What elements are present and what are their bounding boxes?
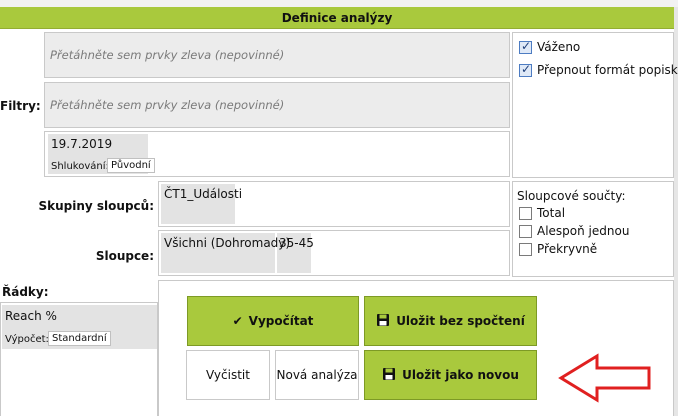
save-icon <box>376 313 390 330</box>
rows-zone[interactable]: Reach % Výpočet: Standardní <box>0 302 158 416</box>
column-groups-zone[interactable]: ČT1_Události <box>158 181 510 227</box>
weighted-option[interactable]: Váženo <box>519 39 581 54</box>
clear-label: Vyčistit <box>206 368 250 382</box>
calculate-button[interactable]: ✔ Vypočítat <box>187 296 359 346</box>
calculate-label: Vypočítat <box>248 314 314 328</box>
panel-title: Definice analýzy <box>0 7 674 29</box>
filter-date-zone[interactable]: 19.7.2019 Shlukování: Původní <box>44 131 510 177</box>
switch-format-option[interactable]: Přepnout formát popisků <box>519 62 678 77</box>
new-analysis-label: Nová analýza <box>276 368 358 382</box>
filter-drop-zone-1[interactable]: Přetáhněte sem prvky zleva (nepovinné) <box>44 32 510 78</box>
total-label: Total <box>537 206 566 220</box>
column-totals-title: Sloupcové součty: <box>517 189 626 203</box>
calc-label: Výpočet: <box>5 334 49 345</box>
column-groups-label: Skupiny sloupců: <box>38 199 155 213</box>
save-no-calc-button[interactable]: Uložit bez spočtení <box>364 296 537 346</box>
save-as-new-button[interactable]: Uložit jako novou <box>364 350 537 400</box>
filter-placeholder-1: Přetáhněte sem prvky zleva (nepovinné) <box>50 48 285 62</box>
column-totals-panel: Sloupcové součty: Total Alespoň jednou P… <box>512 181 674 277</box>
switch-format-checkbox[interactable] <box>519 62 532 77</box>
top-strip <box>0 0 678 7</box>
filter-date-value: 19.7.2019 <box>51 137 113 151</box>
column-value-2: 35-45 <box>279 236 314 250</box>
at-least-once-option[interactable]: Alespoň jednou <box>519 224 629 238</box>
clear-button[interactable]: Vyčistit <box>186 350 270 400</box>
filter-placeholder-2: Přetáhněte sem prvky zleva (nepovinné) <box>50 98 285 112</box>
switch-format-label: Přepnout formát popisků <box>537 63 678 77</box>
weighted-checkbox[interactable] <box>519 39 532 54</box>
overlap-checkbox[interactable] <box>519 243 532 256</box>
at-least-once-checkbox[interactable] <box>519 225 532 238</box>
options-panel: Váženo Přepnout formát popisků <box>512 32 678 178</box>
at-least-once-label: Alespoň jednou <box>537 224 630 238</box>
check-icon: ✔ <box>232 314 243 328</box>
weighted-label: Váženo <box>537 40 581 54</box>
column-value-1: Všichni (Dohromady) <box>164 236 291 250</box>
new-analysis-button[interactable]: Nová analýza <box>275 350 359 400</box>
save-no-calc-label: Uložit bez spočtení <box>396 314 525 328</box>
overlap-label: Překryvně <box>537 242 598 256</box>
columns-zone[interactable]: Všichni (Dohromady) 35-45 <box>158 230 510 276</box>
filter-drop-zone-2[interactable]: Přetáhněte sem prvky zleva (nepovinné) <box>44 82 510 128</box>
rows-label: Řádky: <box>2 285 49 299</box>
save-as-icon <box>382 367 396 384</box>
clustering-select[interactable]: Původní <box>107 158 155 173</box>
filters-label: Filtry: <box>0 99 41 113</box>
row-value: Reach % <box>5 309 57 323</box>
columns-label: Sloupce: <box>95 249 154 263</box>
column-group-value: ČT1_Události <box>164 187 243 201</box>
total-option[interactable]: Total <box>519 206 565 220</box>
overlap-option[interactable]: Překryvně <box>519 242 597 256</box>
calc-select[interactable]: Standardní <box>48 331 111 346</box>
clustering-label: Shlukování: <box>51 161 109 172</box>
total-checkbox[interactable] <box>519 207 532 220</box>
red-arrow-annotation <box>558 353 651 403</box>
save-as-new-label: Uložit jako novou <box>402 368 519 382</box>
